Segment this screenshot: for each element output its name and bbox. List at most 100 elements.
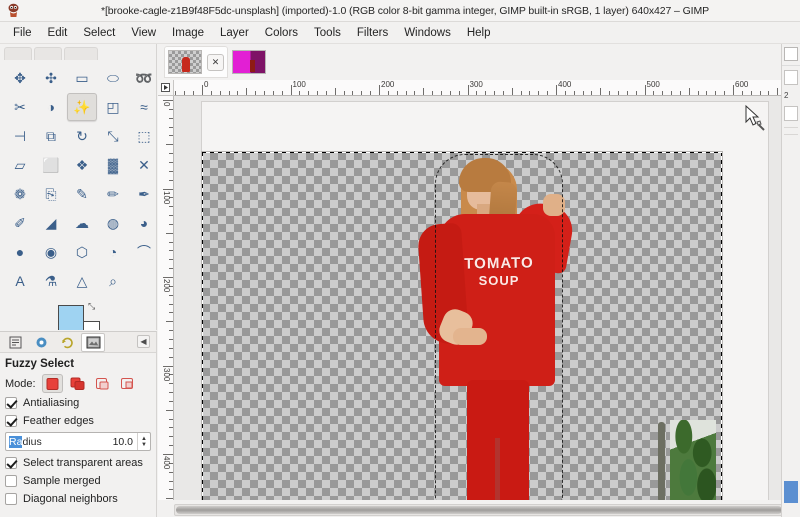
bucket-fill-tool-icon[interactable]: ▓	[98, 151, 128, 179]
pencil-tool-icon[interactable]: ✏	[98, 180, 128, 208]
toolbox-tab-3[interactable]	[64, 47, 98, 60]
ruler-tick	[591, 91, 593, 95]
right-dock-layer-thumbnail[interactable]	[784, 481, 798, 503]
dock-tab-tool-options[interactable]	[3, 333, 27, 352]
eraser-tool-icon[interactable]: ✒	[129, 180, 156, 208]
alignment-tool-icon[interactable]: ✣	[36, 64, 66, 92]
mode-subtract-button[interactable]	[92, 374, 113, 393]
ruler-tick	[671, 91, 673, 95]
fuzzy-select-tool-icon[interactable]: ✨	[67, 93, 97, 121]
right-dock-tab-icon[interactable]	[784, 47, 798, 61]
text-tool-icon[interactable]: A	[5, 267, 35, 295]
tool-grid: ✥ ✣ ▭ ⬭ ➿ ✂ ◑ ✨ ◰ ≈ ⊣ ⧉ ↻ ⤡ ⬚ ▱ ⬜ ❖ ▓ ✕ ❁ ⎘ ✎ ✏ ✒ ✐ ◢ ☁ ◍ ◕ ● ◉ ⬡ ◔ ⌒ A ⚗ △ ⌕	[0, 60, 156, 295]
ruler-tick	[169, 268, 173, 270]
menu-edit[interactable]: Edit	[40, 25, 76, 41]
mode-replace-button[interactable]	[41, 374, 63, 393]
select-transparent-areas-checkbox[interactable]: Select transparent areas	[0, 454, 156, 472]
close-icon[interactable]: ✕	[207, 53, 224, 71]
free-select-tool-icon[interactable]: ➿	[129, 64, 156, 92]
dock-collapse-button[interactable]: ◀	[137, 335, 150, 348]
image-window: ✕ 0 100 200 300 400 500 600 0 100 200 300 400	[158, 44, 800, 517]
foreground-color-swatch[interactable]	[58, 305, 84, 330]
ruler-tick	[741, 91, 743, 95]
ruler-tick	[485, 91, 487, 95]
heal-tool-icon[interactable]: ❁	[5, 180, 35, 208]
smudge-tool-icon[interactable]: ◍	[98, 209, 128, 237]
clone-tool-icon[interactable]: ⎘	[36, 180, 66, 208]
canvas-viewport[interactable]: TOMATO SOUP	[174, 96, 788, 500]
ruler-tick	[163, 277, 173, 278]
measure-tool-icon[interactable]: △	[67, 267, 97, 295]
handle-transform-tool-icon[interactable]: ❖	[67, 151, 97, 179]
image-tab-unsplash[interactable]: ✕	[164, 46, 228, 78]
mode-add-button[interactable]	[67, 374, 88, 393]
color-picker-tool-icon[interactable]: ⚗	[36, 267, 66, 295]
ruler-tick	[768, 91, 770, 95]
menu-filters[interactable]: Filters	[349, 25, 396, 41]
paths-tool-icon[interactable]: ⌒	[129, 238, 156, 266]
mode-intersect-button[interactable]	[117, 374, 138, 393]
scale-tool-icon[interactable]: ⤡	[98, 122, 128, 150]
menu-windows[interactable]: Windows	[396, 25, 459, 41]
toolbox-tabstrip	[0, 44, 156, 60]
paintbrush-tool-icon[interactable]: ✎	[67, 180, 97, 208]
blur-sharpen-tool-icon[interactable]: ●	[5, 238, 35, 266]
swap-colors-icon[interactable]: ⤡	[88, 301, 98, 311]
menu-layer[interactable]: Layer	[212, 25, 257, 41]
menu-view[interactable]: View	[123, 25, 164, 41]
rotate-tool-icon[interactable]: ↻	[67, 122, 97, 150]
right-dock-field-2[interactable]	[784, 106, 798, 121]
select-by-color-tool-icon[interactable]: ◰	[98, 93, 128, 121]
vertical-ruler[interactable]: 0 100 200 300 400	[158, 96, 174, 500]
toolbox-tab-1[interactable]	[4, 47, 32, 60]
airbrush-tool-icon[interactable]: ☁	[67, 209, 97, 237]
ruler-origin-button[interactable]	[158, 80, 174, 96]
menu-tools[interactable]: Tools	[306, 25, 349, 41]
menu-colors[interactable]: Colors	[257, 25, 306, 41]
toolbox-tab-2[interactable]	[34, 47, 62, 60]
mypaint-brush-tool-icon[interactable]: ◢	[36, 209, 66, 237]
ink-tool-icon[interactable]: ✐	[5, 209, 35, 237]
dock-tab-device-status[interactable]	[29, 333, 53, 352]
crop-tool-icon[interactable]: ⊣	[5, 122, 35, 150]
convolve-tool-icon[interactable]: ◉	[36, 238, 66, 266]
dock-tab-images[interactable]	[81, 332, 105, 352]
move-tool-icon[interactable]: ✥	[5, 64, 35, 92]
foreground-select-tool-icon[interactable]: ◑	[36, 93, 66, 121]
plant-foliage	[650, 416, 716, 500]
horizontal-scrollbar[interactable]	[174, 504, 788, 516]
image-canvas[interactable]: TOMATO SOUP	[202, 152, 722, 500]
zoom-tool-icon[interactable]: ⌕	[98, 267, 128, 295]
dock-tab-undo-history[interactable]	[55, 333, 79, 352]
perspective-clone-tool-icon[interactable]: ⬡	[67, 238, 97, 266]
menu-image[interactable]: Image	[164, 25, 212, 41]
ruler-label: 400	[558, 80, 572, 89]
perspective-tool-icon[interactable]: ⬚	[129, 122, 156, 150]
radius-spinner[interactable]: Radius 10.0 ▲ ▼	[5, 432, 151, 451]
unified-transform-tool-icon[interactable]: ⧉	[36, 122, 66, 150]
shear-tool-icon[interactable]: ▱	[5, 151, 35, 179]
rectangle-select-tool-icon[interactable]: ▭	[67, 64, 97, 92]
antialiasing-checkbox[interactable]: Antialiasing	[0, 394, 156, 412]
right-dock-field-1[interactable]	[784, 70, 798, 85]
horizontal-scrollbar-thumb[interactable]	[176, 506, 782, 514]
ruler-tick	[166, 498, 173, 500]
feather-edges-checkbox[interactable]: Feather edges	[0, 412, 156, 430]
cage-transform-tool-icon[interactable]: ⬜	[36, 151, 66, 179]
radius-stepper[interactable]: ▲ ▼	[137, 433, 150, 450]
image-tab-magenta[interactable]	[228, 46, 270, 78]
ruler-tick	[538, 91, 540, 95]
menu-help[interactable]: Help	[459, 25, 499, 41]
ellipse-select-tool-icon[interactable]: ⬭	[98, 64, 128, 92]
menu-file[interactable]: File	[5, 25, 40, 41]
right-dock-divider-2	[784, 134, 798, 135]
dodge-burn-tool-icon[interactable]: ◕	[129, 209, 156, 237]
gradient-tool-icon[interactable]: ✕	[129, 151, 156, 179]
menu-select[interactable]: Select	[75, 25, 123, 41]
warp-transform-tool-icon[interactable]: ≈	[129, 93, 156, 121]
diagonal-neighbors-checkbox[interactable]: Diagonal neighbors	[0, 490, 156, 508]
scissors-select-tool-icon[interactable]: ✂	[5, 93, 35, 121]
smudge-alt-tool-icon[interactable]: ◔	[98, 238, 128, 266]
horizontal-ruler[interactable]: 0 100 200 300 400 500 600	[174, 80, 800, 96]
sample-merged-checkbox[interactable]: Sample merged	[0, 472, 156, 490]
